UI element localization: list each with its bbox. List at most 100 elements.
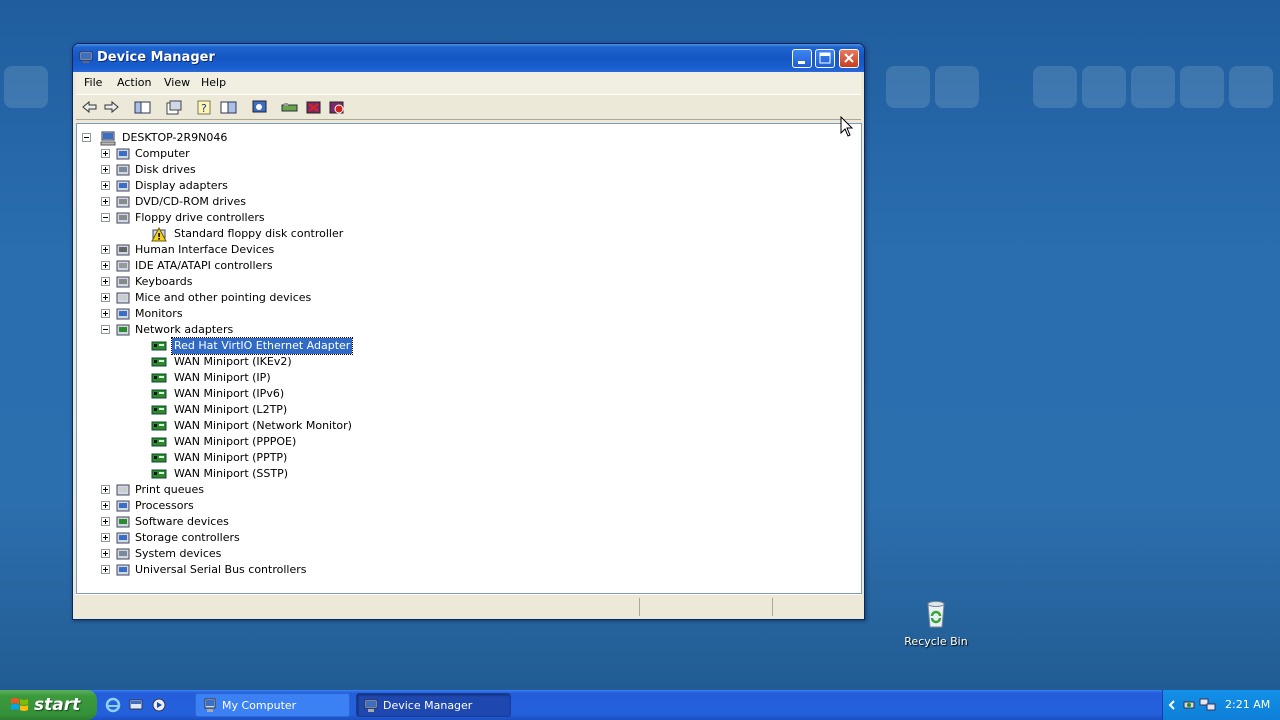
category-label: Mice and other pointing devices [135, 291, 312, 304]
my-computer-icon [204, 698, 216, 712]
device-label: Red Hat VirtIO Ethernet Adapter [170, 337, 354, 355]
device-manager-icon [79, 51, 93, 63]
device-manager-window[interactable]: Device Manager File Action View Help ? D… [72, 43, 865, 620]
status-bar [76, 594, 861, 616]
expand-toggle[interactable] [101, 517, 110, 526]
menu-view[interactable]: View [164, 76, 190, 89]
desktop-tile [1082, 66, 1126, 108]
properties-icon[interactable] [165, 100, 182, 115]
help-icon[interactable]: ? [196, 100, 213, 115]
category-icon [116, 180, 130, 192]
taskbar: start My Computer Device Manager 2:21 AM [0, 690, 1280, 720]
scan-hardware-icon[interactable] [251, 100, 268, 115]
show-desktop-icon[interactable] [128, 697, 144, 713]
expand-toggle[interactable] [101, 501, 110, 510]
device-label: WAN Miniport (L2TP) [174, 403, 288, 416]
category-label: Software devices [135, 515, 229, 528]
expand-toggle[interactable] [101, 149, 110, 158]
desktop-tile [1033, 66, 1077, 108]
expand-toggle[interactable] [101, 165, 110, 174]
show-hide-console-tree-icon[interactable] [134, 100, 151, 115]
close-button[interactable] [839, 49, 859, 68]
category-icon [116, 516, 130, 528]
uninstall-icon[interactable] [305, 100, 322, 115]
network-adapter-icon [151, 437, 167, 447]
expand-toggle[interactable] [101, 565, 110, 574]
device-manager-icon [364, 699, 378, 712]
expand-toggle[interactable] [101, 293, 110, 302]
device-label: WAN Miniport (Network Monitor) [174, 419, 352, 432]
category-icon [116, 212, 130, 224]
toolbar: ? [76, 94, 861, 120]
device-label: WAN Miniport (SSTP) [174, 467, 289, 480]
category-icon [116, 164, 130, 176]
expand-toggle[interactable] [101, 309, 110, 318]
internet-explorer-icon[interactable] [105, 697, 121, 713]
category-label: Keyboards [135, 275, 193, 288]
show-hidden-icons-chevron-icon[interactable] [1167, 699, 1177, 711]
category-label: Storage controllers [135, 531, 240, 544]
network-adapter-icon [151, 357, 167, 367]
svg-text:?: ? [201, 102, 207, 115]
network-adapter-icon [151, 341, 167, 351]
category-label: Computer [135, 147, 190, 160]
collapse-toggle[interactable] [82, 133, 91, 142]
category-label: Monitors [135, 307, 183, 320]
category-label: IDE ATA/ATAPI controllers [135, 259, 273, 272]
category-icon [116, 148, 130, 160]
network-adapter-icon [151, 373, 167, 383]
system-clock: 2:21 AM [1225, 698, 1271, 711]
start-button[interactable]: start [0, 690, 97, 720]
desktop-tile [1131, 66, 1175, 108]
device-tree[interactable]: DESKTOP-2R9N046 Computer Disk drives Displ… [76, 123, 862, 594]
device-label: WAN Miniport (IP) [174, 371, 271, 384]
taskbar-item-label: Device Manager [383, 699, 473, 712]
menu-help[interactable]: Help [201, 76, 226, 89]
category-icon [116, 308, 130, 320]
category-label: Network adapters [135, 323, 234, 336]
mouse-cursor-icon [840, 116, 854, 137]
forward-icon[interactable] [103, 100, 120, 115]
menu-file[interactable]: File [84, 76, 102, 89]
title-bar[interactable]: Device Manager [73, 44, 864, 72]
system-tray: 2:21 AM [1162, 690, 1280, 720]
minimize-button[interactable] [792, 49, 812, 68]
category-icon [116, 548, 130, 560]
expand-toggle[interactable] [101, 197, 110, 206]
network-adapter-icon [151, 405, 167, 415]
disable-icon[interactable] [328, 100, 345, 115]
maximize-button[interactable] [815, 49, 835, 68]
media-player-icon[interactable] [151, 697, 167, 713]
expand-toggle[interactable] [101, 261, 110, 270]
recycle-bin-icon [927, 601, 945, 628]
taskbar-item-my-computer[interactable]: My Computer [195, 693, 350, 717]
expand-toggle[interactable] [101, 181, 110, 190]
category-label: Display adapters [135, 179, 228, 192]
windows-logo-icon [11, 698, 28, 711]
expand-toggle[interactable] [101, 485, 110, 494]
category-label: Processors [135, 499, 194, 512]
menu-action[interactable]: Action [117, 76, 151, 89]
back-icon[interactable] [81, 100, 98, 115]
tree-root-label: DESKTOP-2R9N046 [122, 131, 228, 144]
category-label: Disk drives [135, 163, 196, 176]
close-icon [844, 53, 854, 63]
network-adapter-icon [151, 469, 167, 479]
collapse-toggle[interactable] [101, 325, 110, 334]
collapse-toggle[interactable] [101, 213, 110, 222]
recycle-bin-desktop-icon[interactable]: Recycle Bin [903, 598, 969, 648]
update-driver-icon[interactable] [281, 100, 298, 115]
desktop-tile [1180, 66, 1224, 108]
computer-root-icon [100, 131, 116, 146]
status-section [772, 598, 860, 616]
expand-toggle[interactable] [101, 533, 110, 542]
safely-remove-hardware-icon[interactable] [1181, 697, 1197, 713]
desktop-tile [1229, 66, 1273, 108]
expand-toggle[interactable] [101, 245, 110, 254]
network-connection-icon[interactable] [1199, 697, 1217, 713]
category-icon [116, 500, 130, 512]
expand-toggle[interactable] [101, 277, 110, 286]
details-pane-icon[interactable] [220, 100, 237, 115]
taskbar-item-device-manager[interactable]: Device Manager [356, 693, 511, 717]
expand-toggle[interactable] [101, 549, 110, 558]
